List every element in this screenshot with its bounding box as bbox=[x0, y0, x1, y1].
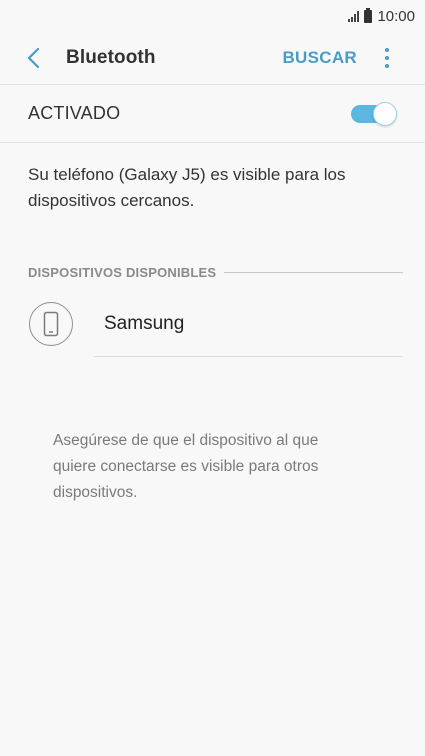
battery-icon bbox=[364, 7, 373, 23]
status-time: 10:00 bbox=[377, 7, 415, 25]
section-title: DISPOSITIVOS DISPONIBLES bbox=[28, 264, 217, 280]
section-divider bbox=[224, 271, 403, 273]
search-button[interactable]: BUSCAR bbox=[282, 48, 357, 68]
bluetooth-switch[interactable] bbox=[351, 101, 397, 126]
toggle-label: ACTIVADO bbox=[28, 103, 121, 123]
device-item[interactable]: Samsung bbox=[0, 292, 425, 357]
hint-text: Asegúrese de que el dispositivo al que q… bbox=[53, 432, 319, 501]
device-name: Samsung bbox=[104, 313, 185, 334]
page-title: Bluetooth bbox=[66, 47, 156, 68]
section-header: DISPOSITIVOS DISPONIBLES bbox=[0, 264, 425, 280]
switch-thumb bbox=[373, 101, 397, 126]
status-bar: 10:00 bbox=[0, 0, 425, 32]
back-button[interactable] bbox=[14, 38, 54, 78]
chevron-left-icon bbox=[27, 47, 40, 69]
device-divider bbox=[94, 356, 403, 357]
app-bar: Bluetooth BUSCAR bbox=[0, 32, 425, 84]
visibility-text: Su teléfono (Galaxy J5) es visible para … bbox=[28, 165, 346, 210]
signal-icon bbox=[348, 10, 360, 22]
more-options-icon[interactable] bbox=[377, 43, 397, 73]
phone-icon bbox=[29, 302, 73, 346]
bluetooth-toggle-row[interactable]: ACTIVADO bbox=[0, 85, 425, 142]
